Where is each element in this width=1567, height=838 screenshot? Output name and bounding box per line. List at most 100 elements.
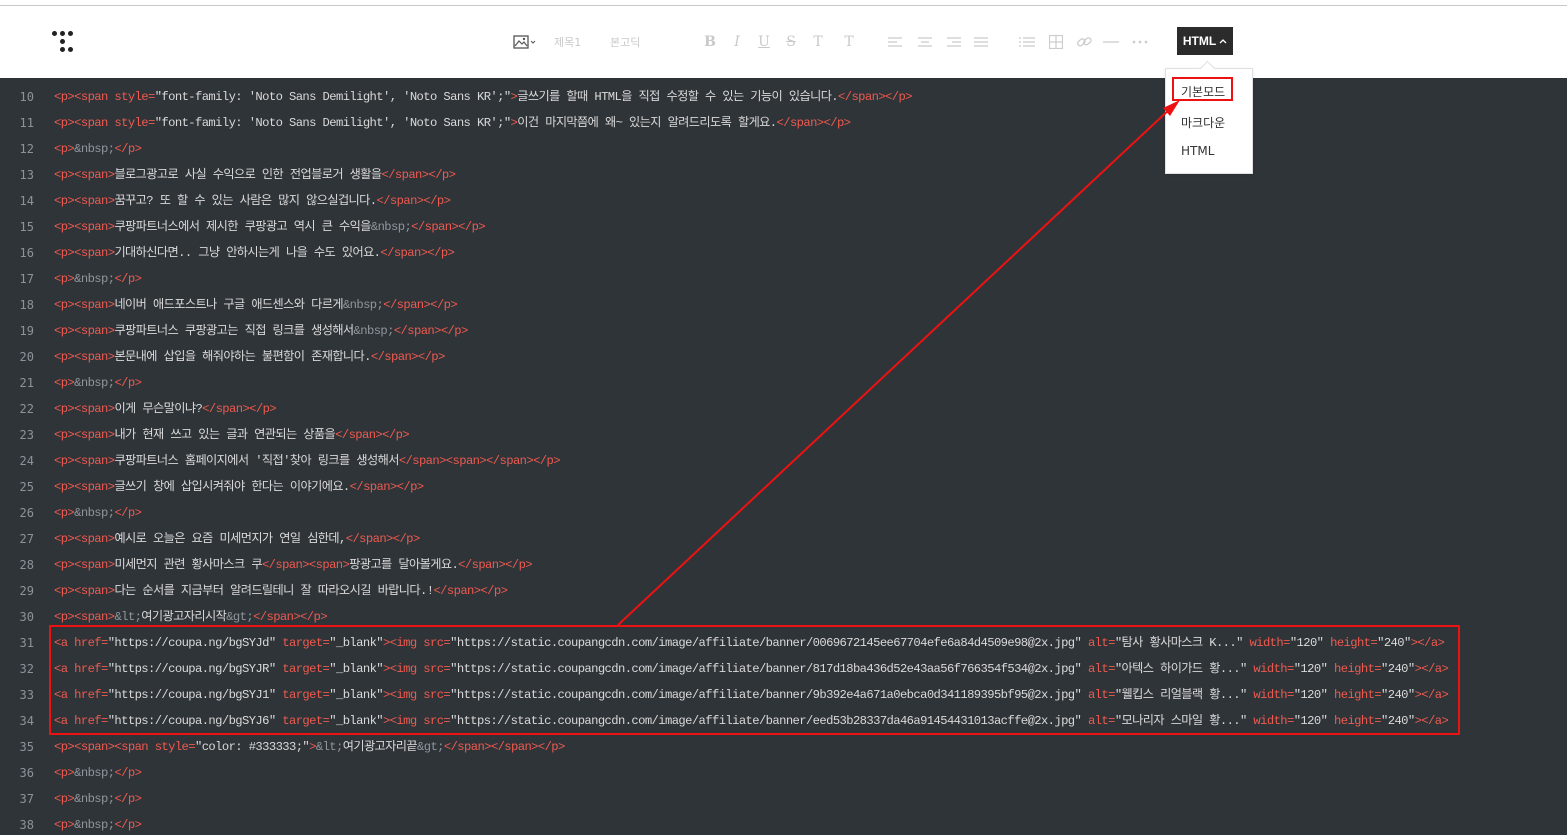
code-line[interactable]: 10 <p><span style="font-family: 'Noto San… bbox=[0, 84, 1567, 110]
code-token-tag: </span></p> bbox=[411, 220, 486, 234]
code-token-txt: 팡광고를 달아볼게요. bbox=[349, 558, 459, 572]
line-number: 25 bbox=[19, 480, 34, 494]
code-line[interactable]: 11 <p><span style="font-family: 'Noto San… bbox=[0, 110, 1567, 136]
code-token-tag: <p> bbox=[54, 792, 75, 806]
code-line[interactable]: 22 <p><span>이게 무슨말이냐?</span></p> bbox=[0, 396, 1567, 422]
text-background-icon[interactable]: T bbox=[842, 32, 856, 52]
align-left-icon[interactable] bbox=[887, 32, 903, 52]
code-text: <p>&nbsp;</p> bbox=[54, 136, 142, 162]
strikethrough-icon[interactable]: S bbox=[784, 32, 798, 52]
mode-option-html[interactable]: HTML bbox=[1181, 144, 1214, 158]
code-text: <p>&nbsp;</p> bbox=[54, 500, 142, 526]
code-token-tag: </span></p> bbox=[776, 116, 851, 130]
line-number: 37 bbox=[19, 792, 34, 806]
code-text: <p><span>글쓰기 창에 삽입시켜줘야 한다는 이야기에요.</span>… bbox=[54, 474, 424, 500]
mode-option-markdown[interactable]: 마크다운 bbox=[1181, 114, 1225, 131]
line-number: 13 bbox=[19, 168, 34, 182]
heading-select[interactable]: 제목1 bbox=[554, 34, 581, 50]
align-justify-icon[interactable] bbox=[973, 32, 989, 52]
code-line[interactable]: 18 <p><span>네이버 애드포스트나 구글 애드센스와 다르게&nbsp;… bbox=[0, 292, 1567, 318]
code-line[interactable]: 26 <p>&nbsp;</p> bbox=[0, 500, 1567, 526]
chevron-up-icon bbox=[1219, 39, 1227, 44]
code-line[interactable]: 37 <p>&nbsp;</p> bbox=[0, 786, 1567, 812]
tistory-logo-icon[interactable] bbox=[52, 31, 78, 61]
code-token-tag: <p> bbox=[54, 766, 75, 780]
code-line[interactable]: 13 <p><span>블로그광고로 사실 수익으로 인한 전업블로거 생활을</… bbox=[0, 162, 1567, 188]
code-line[interactable]: 20 <p><span>본문내에 삽입을 해줘야하는 불편함이 존재합니다.</s… bbox=[0, 344, 1567, 370]
line-number: 32 bbox=[19, 662, 34, 676]
list-icon[interactable] bbox=[1019, 32, 1035, 52]
code-line[interactable]: 23 <p><span>내가 현재 쓰고 있는 글과 연관되는 상품을</span… bbox=[0, 422, 1567, 448]
code-token-tag: </span><span> bbox=[261, 558, 350, 572]
code-token-tag: > bbox=[309, 740, 316, 754]
code-token-tag: <p><span> bbox=[54, 220, 115, 234]
line-number: 26 bbox=[19, 506, 34, 520]
code-line[interactable]: 16 <p><span>기대하신다면.. 그냥 안하시는게 나을 수도 있어요.<… bbox=[0, 240, 1567, 266]
line-number: 27 bbox=[19, 532, 34, 546]
code-line[interactable]: 21 <p>&nbsp;</p> bbox=[0, 370, 1567, 396]
code-token-tag: <p><span> bbox=[54, 402, 115, 416]
editor-mode-button[interactable]: HTML bbox=[1177, 27, 1233, 55]
code-line[interactable]: 12 <p>&nbsp;</p> bbox=[0, 136, 1567, 162]
code-line[interactable]: 36 <p>&nbsp;</p> bbox=[0, 760, 1567, 786]
code-token-tag: </p> bbox=[114, 792, 142, 806]
image-icon[interactable] bbox=[513, 32, 537, 52]
line-number: 28 bbox=[19, 558, 34, 572]
link-icon[interactable] bbox=[1076, 32, 1092, 52]
code-token-txt: 네이버 애드포스트나 구글 애드센스와 다르게 bbox=[114, 298, 343, 312]
code-token-txt: 꿈꾸고? 또 할 수 있는 사람은 많지 않으실겁니다. bbox=[114, 194, 377, 208]
code-text: <p>&nbsp;</p> bbox=[54, 760, 142, 786]
code-token-tag: <p> bbox=[54, 376, 75, 390]
code-token-tag: </span></p> bbox=[381, 168, 456, 182]
code-token-tag: <p><span> bbox=[54, 428, 115, 442]
horizontal-rule-icon[interactable] bbox=[1103, 32, 1119, 52]
line-number: 31 bbox=[19, 636, 34, 650]
editor-toolbar: 제목1 본고딕 B I U S T T HTML bbox=[0, 6, 1567, 78]
code-token-tag: </span></p> bbox=[202, 402, 277, 416]
code-token-tag: </span></p> bbox=[380, 246, 455, 260]
code-text: <p><span>예시로 오늘은 요즘 미세먼지가 연일 심한데,</span>… bbox=[54, 526, 420, 552]
code-token-txt: 내가 현재 쓰고 있는 글과 연관되는 상품을 bbox=[114, 428, 336, 442]
code-line[interactable]: 35 <p><span><span style="color: #333333;"… bbox=[0, 734, 1567, 760]
code-token-tag: <p><span> bbox=[54, 350, 115, 364]
code-line[interactable]: 24 <p><span>쿠팡파트너스 홈페이지에서 '직접'찾아 링크를 생성해서… bbox=[0, 448, 1567, 474]
more-icon[interactable] bbox=[1131, 32, 1149, 52]
code-line[interactable]: 27 <p><span>예시로 오늘은 요즘 미세먼지가 연일 심한데,</spa… bbox=[0, 526, 1567, 552]
code-token-txt: 본문내에 삽입을 해줘야하는 불편함이 존재합니다. bbox=[114, 350, 371, 364]
code-token-tag: <p> bbox=[54, 142, 75, 156]
code-token-ent: &nbsp; bbox=[74, 818, 115, 832]
align-center-icon[interactable] bbox=[917, 32, 933, 52]
code-line[interactable]: 15 <p><span>쿠팡파트너스에서 제시한 쿠팡광고 역시 큰 수익을&nb… bbox=[0, 214, 1567, 240]
line-number: 19 bbox=[19, 324, 34, 338]
code-text: <p><span>미세먼지 관련 황사마스크 쿠</span><span>팡광고… bbox=[54, 552, 533, 578]
code-token-txt: 글쓰기 창에 삽입시켜줘야 한다는 이야기에요. bbox=[114, 480, 350, 494]
underline-icon[interactable]: U bbox=[757, 32, 771, 52]
code-token-tag: <p><span> bbox=[54, 532, 115, 546]
code-token-txt: 이게 무슨말이냐? bbox=[114, 402, 203, 416]
code-text: <p><span>블로그광고로 사실 수익으로 인한 전업블로거 생활을</sp… bbox=[54, 162, 456, 188]
code-line[interactable]: 17 <p>&nbsp;</p> bbox=[0, 266, 1567, 292]
line-number: 21 bbox=[19, 376, 34, 390]
code-line[interactable]: 28 <p><span>미세먼지 관련 황사마스크 쿠</span><span>팡… bbox=[0, 552, 1567, 578]
code-line[interactable]: 38 <p>&nbsp;</p> bbox=[0, 812, 1567, 838]
code-token-tag: </span><span></span></p> bbox=[398, 454, 561, 468]
line-number: 16 bbox=[19, 246, 34, 260]
code-text: <p><span style="font-family: 'Noto Sans … bbox=[54, 110, 851, 136]
code-text: <p><span><span style="color: #333333;">&… bbox=[54, 734, 565, 760]
bold-icon[interactable]: B bbox=[703, 32, 717, 52]
italic-icon[interactable]: I bbox=[730, 32, 744, 52]
align-right-icon[interactable] bbox=[946, 32, 962, 52]
table-icon[interactable] bbox=[1048, 32, 1064, 52]
code-line[interactable]: 25 <p><span>글쓰기 창에 삽입시켜줘야 한다는 이야기에요.</spa… bbox=[0, 474, 1567, 500]
code-token-tag: <p><span> bbox=[54, 168, 115, 182]
code-line[interactable]: 14 <p><span>꿈꾸고? 또 할 수 있는 사람은 많지 않으실겁니다.<… bbox=[0, 188, 1567, 214]
code-token-ent: &nbsp; bbox=[74, 506, 115, 520]
code-text: <p><span>이게 무슨말이냐?</span></p> bbox=[54, 396, 277, 422]
code-line[interactable]: 19 <p><span>쿠팡파트너스 쿠팡광고는 직접 링크를 생성해서&nbsp… bbox=[0, 318, 1567, 344]
line-number: 29 bbox=[19, 584, 34, 598]
code-token-ent: &nbsp; bbox=[74, 376, 115, 390]
code-line[interactable]: 29 <p><span>다는 순서를 지금부터 알려드릴테니 잘 따라오시길 바랍… bbox=[0, 578, 1567, 604]
text-color-icon[interactable]: T bbox=[811, 32, 825, 52]
font-select[interactable]: 본고딕 bbox=[610, 34, 640, 50]
code-text: <p><span>다는 순서를 지금부터 알려드릴테니 잘 따라오시길 바랍니다… bbox=[54, 578, 508, 604]
